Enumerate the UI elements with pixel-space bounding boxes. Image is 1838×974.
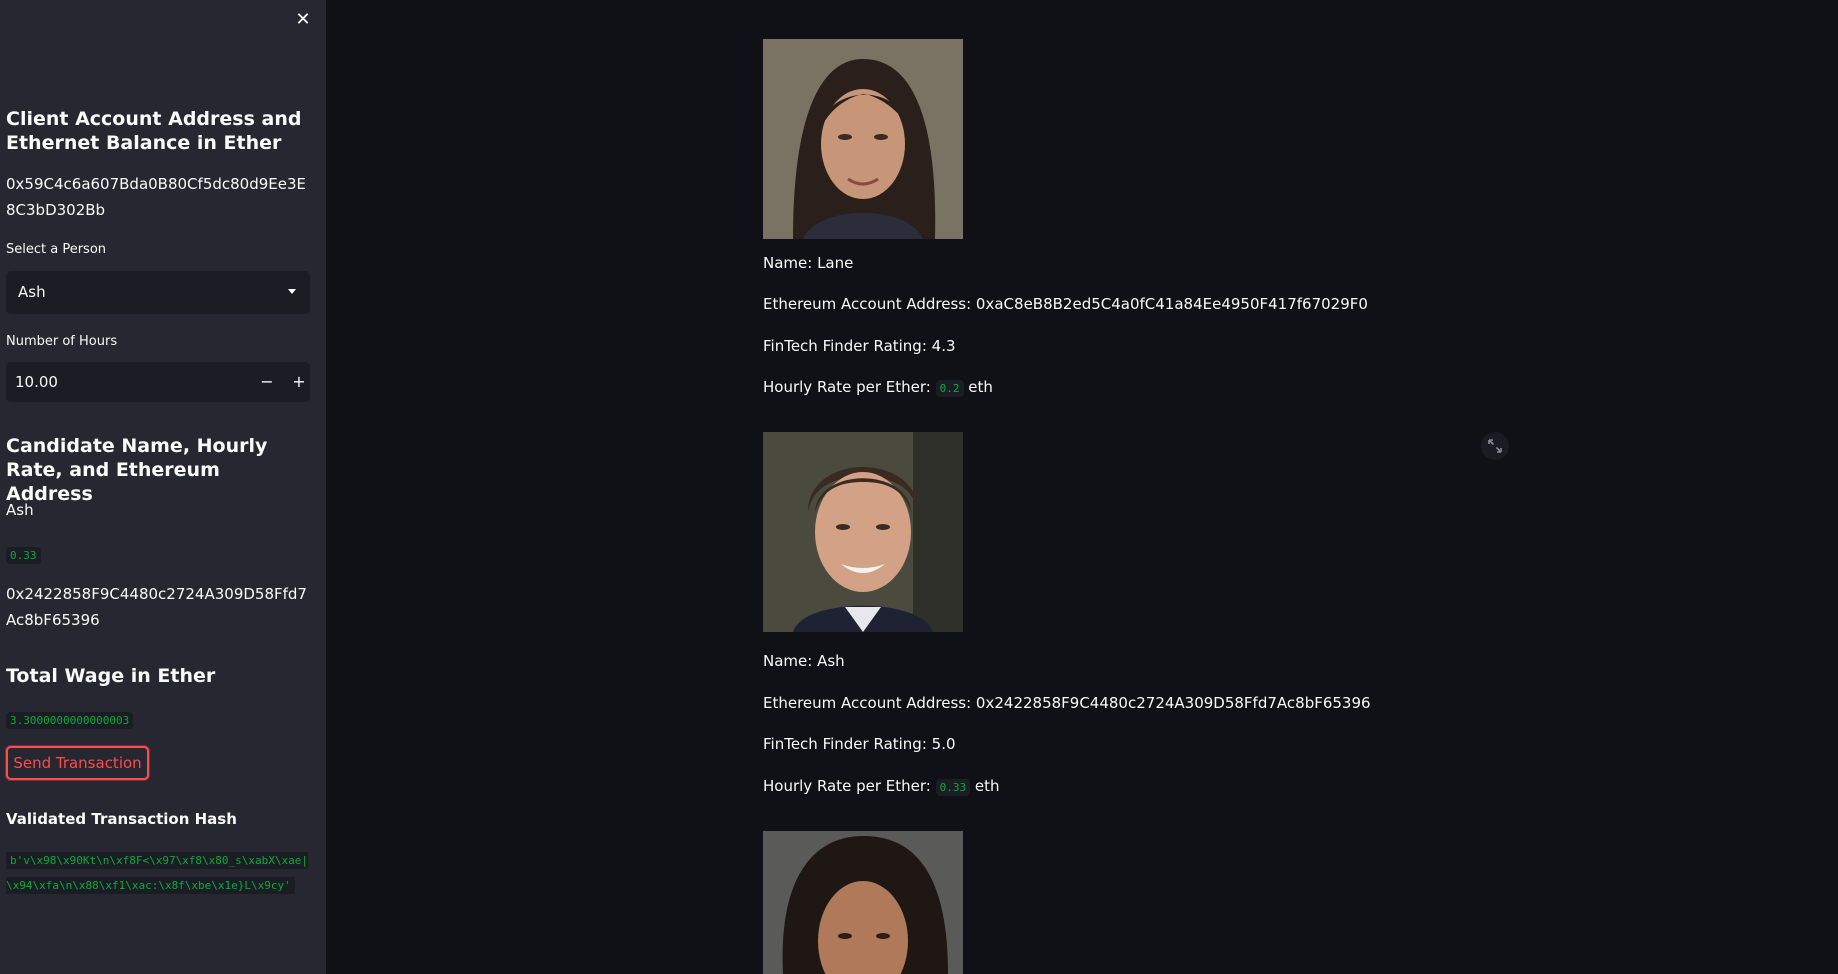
rate-prefix: Hourly Rate per Ether: [763,777,931,795]
rate-prefix: Hourly Rate per Ether: [763,378,931,396]
candidate-heading: Candidate Name, Hourly Rate, and Ethereu… [6,435,268,505]
decrement-button[interactable]: − [253,368,281,396]
chevron-down-icon [288,289,296,294]
candidate-address-ash: Ethereum Account Address: 0x2422858F9C44… [763,694,1371,712]
candidate-address-lane: Ethereum Account Address: 0xaC8eB8B2ed5C… [763,295,1368,313]
close-icon[interactable]: ✕ [292,9,314,31]
transaction-hash: b'v\x98\x90Kt\n\xf8F<\x97\xf8\x80_s\xabX… [6,848,311,898]
rate-suffix: eth [968,378,993,396]
candidate-rate-lane: Hourly Rate per Ether: 0.2 eth [763,377,993,399]
account-heading: Client Account Address and Ethernet Bala… [6,108,302,154]
person-select[interactable]: Ash [6,271,310,314]
transaction-hash-value: b'v\x98\x90Kt\n\xf8F<\x97\xf8\x80_s\xabX… [6,852,309,894]
candidate-name-lane: Name: Lane [763,254,854,272]
candidate-photo-lane [763,39,963,239]
candidate-address: 0x2422858F9C4480c2724A309D58Ffd7Ac8bF653… [6,585,307,629]
fullscreen-icon[interactable] [1481,432,1509,460]
candidate-name: Ash [6,501,34,519]
main-content: Name: Lane Ethereum Account Address: 0xa… [326,0,1838,974]
sidebar: ✕ Client Account Address and Ethernet Ba… [0,0,326,974]
rate-value: 0.33 [935,779,971,796]
hash-heading: Validated Transaction Hash [6,810,237,828]
candidate-photo-third [763,831,963,974]
candidate-photo-ash [763,432,963,632]
hours-input[interactable] [6,362,226,402]
rate-value: 0.2 [935,380,964,397]
hours-label: Number of Hours [6,334,118,349]
wage-value: 3.3000000000000003 [6,712,134,729]
account-address: 0x59C4c6a607Bda0B80Cf5dc80d9Ee3E8C3bD302… [6,175,307,219]
candidate-name-ash: Name: Ash [763,652,845,670]
person-select-value: Ash [18,283,46,301]
wage-heading: Total Wage in Ether [6,665,216,687]
send-transaction-button[interactable]: Send Transaction [6,746,149,780]
increment-button[interactable]: + [285,368,313,396]
candidate-rating-lane: FinTech Finder Rating: 4.3 [763,337,956,355]
candidate-rate: 0.33 [6,547,41,564]
candidate-rate-ash: Hourly Rate per Ether: 0.33 eth [763,776,1000,798]
select-person-label: Select a Person [6,242,107,257]
rate-suffix: eth [974,777,1000,795]
hours-stepper: − + [6,362,310,402]
candidate-rating-ash: FinTech Finder Rating: 5.0 [763,735,956,753]
